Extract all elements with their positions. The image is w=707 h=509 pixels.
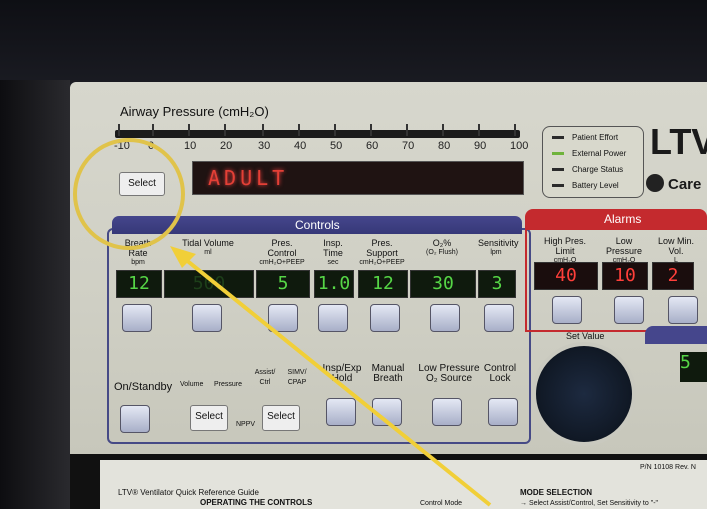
arrow-overlay — [170, 246, 492, 507]
pointer-arrow-line — [178, 253, 492, 507]
